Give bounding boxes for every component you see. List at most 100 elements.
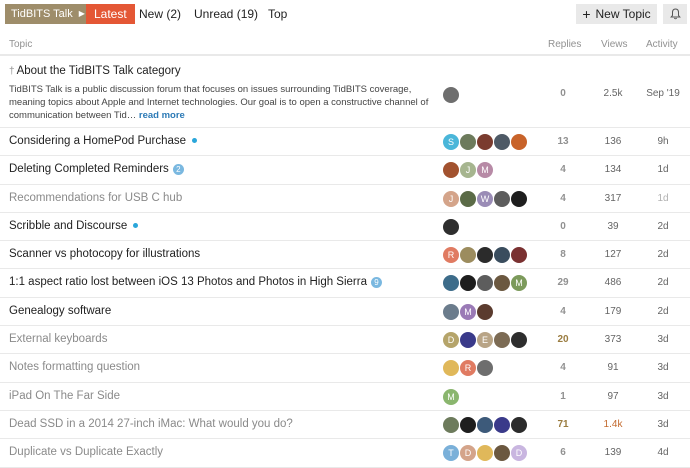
avatar[interactable]	[443, 218, 459, 235]
activity-time[interactable]: 3d	[646, 334, 680, 345]
avatar[interactable]: W	[477, 190, 493, 207]
avatar[interactable]	[494, 275, 510, 292]
read-more-link[interactable]: read more	[139, 110, 185, 121]
activity-time[interactable]: Sep '19	[646, 88, 680, 99]
column-replies[interactable]: Replies	[548, 39, 581, 50]
avatar[interactable]: T	[443, 445, 459, 462]
avatar[interactable]	[494, 445, 510, 462]
avatar[interactable]	[460, 275, 476, 292]
topic-title-text[interactable]: About the TidBITS Talk category	[17, 65, 181, 77]
topic-title-text[interactable]: Considering a HomePod Purchase	[9, 135, 186, 147]
topic-title[interactable]: Deleting Completed Reminders 2	[9, 163, 184, 175]
topic-title-text[interactable]: Dead SSD in a 2014 27-inch iMac: What wo…	[9, 418, 293, 430]
avatar[interactable]: R	[460, 360, 476, 377]
topic-title[interactable]: Duplicate vs Duplicate Exactly	[9, 446, 163, 458]
topic-title-text[interactable]: Scribble and Discourse	[9, 220, 127, 232]
new-topic-button[interactable]: + New Topic	[576, 4, 657, 24]
notifications-button[interactable]	[663, 4, 687, 24]
avatar[interactable]: M	[443, 388, 459, 405]
topic-title[interactable]: iPad On The Far Side	[9, 390, 120, 402]
avatar[interactable]	[443, 162, 459, 179]
topic-title[interactable]: 1:1 aspect ratio lost between iOS 13 Pho…	[9, 276, 382, 288]
topic-title-text[interactable]: Duplicate vs Duplicate Exactly	[9, 446, 163, 458]
avatar[interactable]	[511, 134, 527, 150]
topic-title-text[interactable]: External keyboards	[9, 333, 107, 345]
unread-count-badge[interactable]: 9	[371, 276, 382, 288]
nav-top[interactable]: Top	[268, 4, 287, 24]
topic-title-text[interactable]: 1:1 aspect ratio lost between iOS 13 Pho…	[9, 276, 367, 288]
avatar[interactable]	[443, 360, 459, 377]
avatar[interactable]: M	[511, 275, 527, 292]
avatar[interactable]	[460, 416, 476, 433]
avatar[interactable]	[460, 190, 476, 207]
activity-time[interactable]: 3d	[646, 419, 680, 430]
activity-time[interactable]: 4d	[646, 447, 680, 458]
topic-title[interactable]: External keyboards	[9, 333, 107, 345]
nav-new[interactable]: New (2)	[139, 4, 181, 24]
avatar[interactable]	[511, 416, 527, 433]
avatar[interactable]	[511, 190, 527, 207]
avatar[interactable]	[443, 416, 459, 433]
column-activity[interactable]: Activity	[646, 39, 678, 50]
avatar[interactable]	[443, 303, 459, 320]
activity-time[interactable]: 2d	[646, 306, 680, 317]
avatar[interactable]	[494, 416, 510, 433]
avatar[interactable]	[477, 247, 493, 264]
avatar[interactable]: R	[443, 247, 459, 264]
activity-time[interactable]: 1d	[646, 193, 680, 204]
category-dropdown[interactable]: TidBITS Talk ▶	[5, 4, 91, 24]
activity-time[interactable]: 1d	[646, 164, 680, 175]
avatar[interactable]	[477, 275, 493, 292]
activity-time[interactable]: 2d	[646, 277, 680, 288]
avatar[interactable]	[460, 247, 476, 264]
activity-time[interactable]: 3d	[646, 362, 680, 373]
avatar[interactable]: M	[460, 303, 476, 320]
avatar[interactable]	[477, 360, 493, 377]
topic-title[interactable]: Notes formatting question	[9, 361, 140, 373]
avatar[interactable]	[477, 134, 493, 150]
avatar[interactable]: J	[443, 190, 459, 207]
topic-title-text[interactable]: Genealogy software	[9, 305, 111, 317]
column-topic[interactable]: Topic	[9, 39, 32, 50]
topic-title[interactable]: Genealogy software	[9, 305, 111, 317]
avatar[interactable]	[494, 332, 510, 349]
avatar[interactable]	[443, 275, 459, 292]
activity-time[interactable]: 2d	[646, 221, 680, 232]
topic-title[interactable]: Dead SSD in a 2014 27-inch iMac: What wo…	[9, 418, 293, 430]
avatar[interactable]: M	[477, 162, 493, 179]
topic-title[interactable]: Scribble and Discourse	[9, 220, 139, 232]
avatar[interactable]	[460, 134, 476, 150]
nav-latest[interactable]: Latest	[86, 4, 135, 24]
topic-title-text[interactable]: iPad On The Far Side	[9, 390, 120, 402]
avatar[interactable]	[494, 190, 510, 207]
avatar[interactable]: D	[460, 445, 476, 462]
topic-title-text[interactable]: Notes formatting question	[9, 361, 140, 373]
activity-time[interactable]: 9h	[646, 136, 680, 147]
column-views[interactable]: Views	[601, 39, 628, 50]
unread-count-badge[interactable]: 2	[172, 163, 184, 175]
avatar[interactable]	[477, 445, 493, 462]
avatar[interactable]: D	[511, 445, 527, 462]
avatar[interactable]	[443, 87, 459, 103]
topic-title-text[interactable]: Recommendations for USB C hub	[9, 192, 182, 204]
avatar[interactable]: E	[477, 332, 493, 349]
avatar[interactable]	[477, 303, 493, 320]
topic-title[interactable]: Scanner vs photocopy for illustrations	[9, 248, 200, 260]
topic-title[interactable]: † About the TidBITS Talk category	[9, 65, 181, 77]
avatar[interactable]	[494, 247, 510, 264]
avatar[interactable]: S	[443, 134, 459, 150]
avatar[interactable]	[511, 247, 527, 264]
avatar[interactable]	[477, 416, 493, 433]
topic-title-text[interactable]: Deleting Completed Reminders	[9, 163, 169, 175]
topic-title[interactable]: Considering a HomePod Purchase	[9, 135, 198, 147]
activity-time[interactable]: 3d	[646, 391, 680, 402]
activity-time[interactable]: 2d	[646, 249, 680, 260]
nav-unread[interactable]: Unread (19)	[194, 4, 258, 24]
topic-title-text[interactable]: Scanner vs photocopy for illustrations	[9, 248, 200, 260]
avatar[interactable]	[460, 332, 476, 349]
avatar[interactable]	[511, 332, 527, 349]
avatar[interactable]: J	[460, 162, 476, 179]
avatar[interactable]: D	[443, 332, 459, 349]
topic-title[interactable]: Recommendations for USB C hub	[9, 192, 182, 204]
avatar[interactable]	[494, 134, 510, 150]
